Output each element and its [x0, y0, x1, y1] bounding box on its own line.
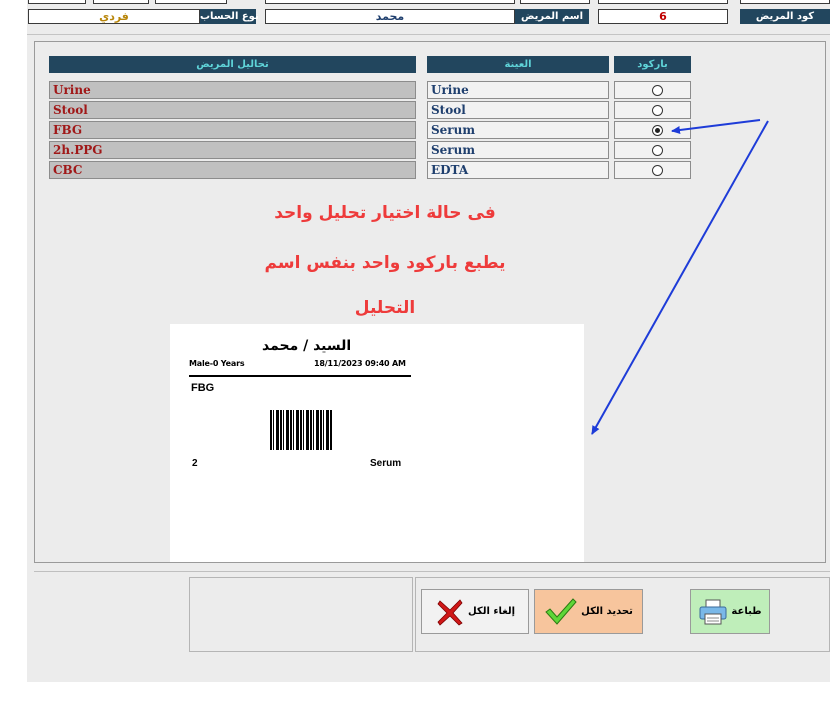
- print-button[interactable]: طباعة: [690, 589, 770, 634]
- select-all-label: تحديد الكل: [581, 606, 633, 617]
- clear-all-button[interactable]: إلغاء الكل: [421, 589, 529, 634]
- footer-box: [189, 577, 413, 652]
- printer-icon: [699, 599, 727, 624]
- red-x-icon: [437, 598, 463, 626]
- arrow-to-radio: [671, 119, 761, 134]
- arrow-to-label: [591, 120, 769, 435]
- clear-all-label: إلغاء الكل: [467, 606, 516, 617]
- print-label: طباعة: [731, 606, 762, 617]
- footer-divider: [34, 571, 830, 572]
- select-all-button[interactable]: تحديد الكل: [534, 589, 643, 634]
- green-check-icon: [545, 597, 577, 625]
